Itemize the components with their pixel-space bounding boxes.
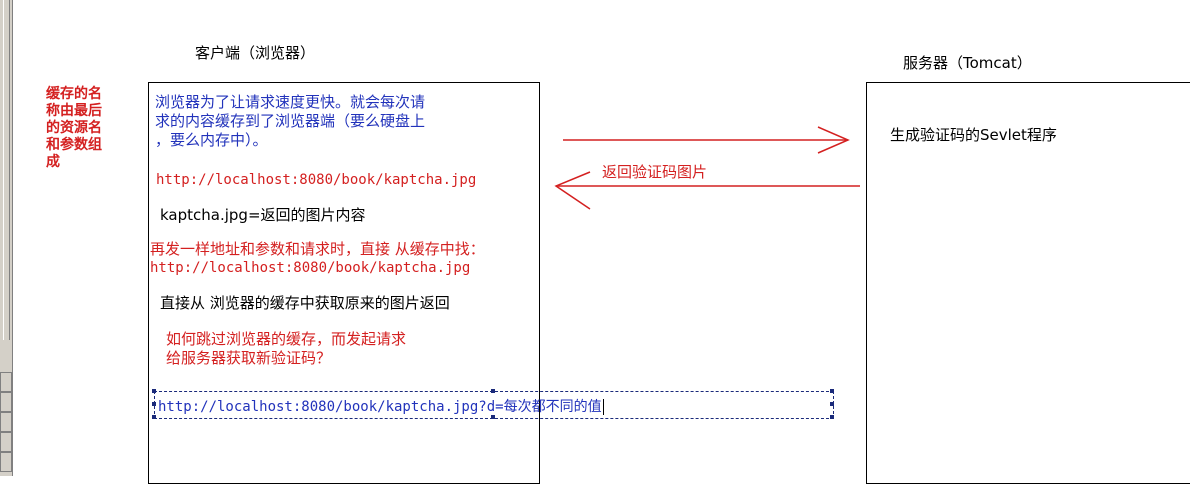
response-arrow-label: 返回验证码图片 — [602, 163, 708, 181]
arrows-layer — [554, 126, 860, 210]
request-arrow — [563, 126, 850, 154]
